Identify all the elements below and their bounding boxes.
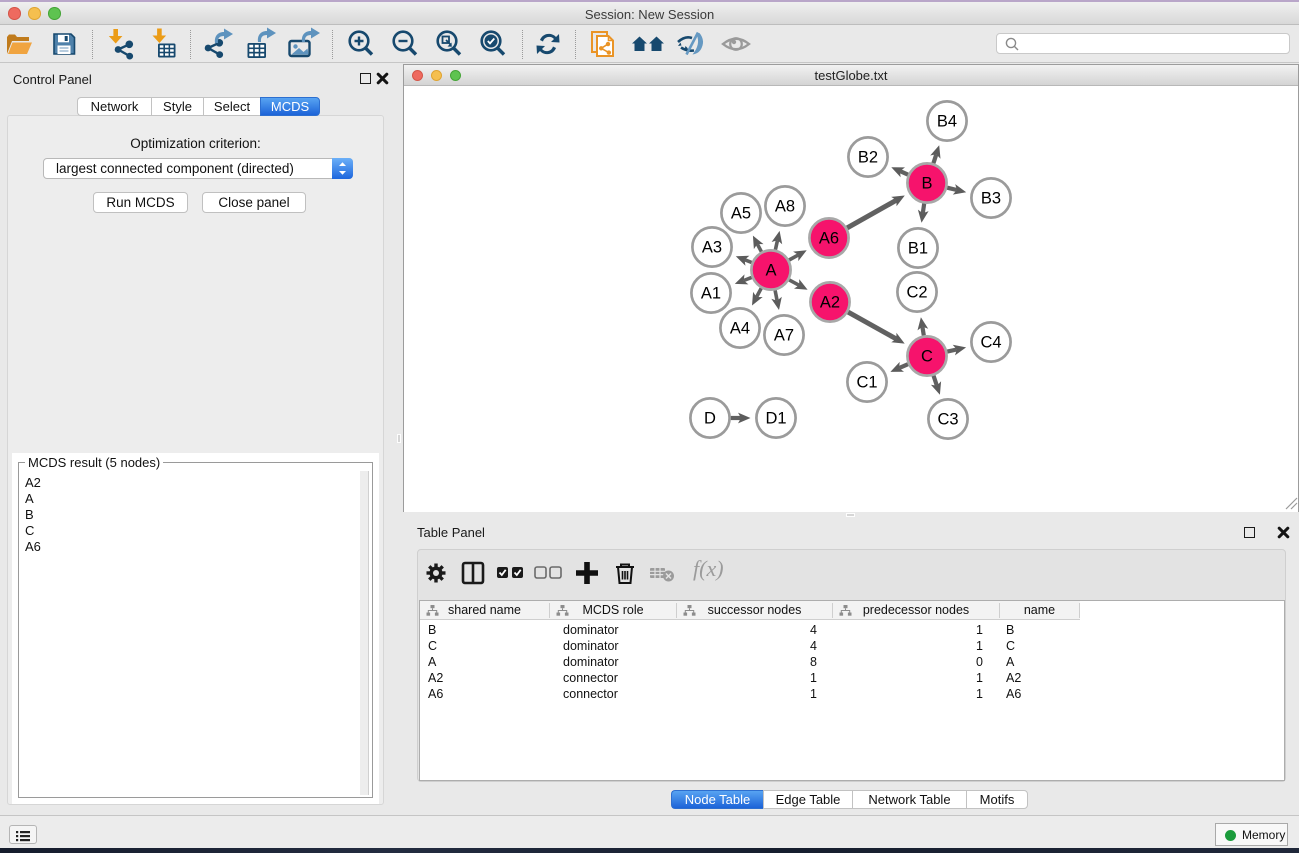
- svg-text:D: D: [704, 410, 716, 428]
- svg-text:B1: B1: [908, 240, 928, 258]
- svg-text:B3: B3: [981, 190, 1001, 208]
- svg-text:C1: C1: [856, 374, 877, 392]
- svg-text:A8: A8: [775, 198, 795, 216]
- svg-text:D1: D1: [765, 410, 786, 428]
- svg-text:A5: A5: [731, 205, 751, 223]
- svg-text:B: B: [921, 175, 932, 193]
- svg-text:A6: A6: [819, 230, 839, 248]
- svg-text:A3: A3: [702, 239, 722, 257]
- svg-text:A: A: [765, 262, 776, 280]
- svg-text:C3: C3: [937, 411, 958, 429]
- svg-text:A2: A2: [820, 294, 840, 312]
- svg-text:C2: C2: [906, 284, 927, 302]
- svg-text:B4: B4: [937, 113, 957, 131]
- svg-text:C: C: [921, 348, 933, 366]
- svg-text:C4: C4: [980, 334, 1001, 352]
- svg-text:A1: A1: [701, 285, 721, 303]
- svg-text:A4: A4: [730, 320, 750, 338]
- svg-text:A7: A7: [774, 327, 794, 345]
- svg-text:B2: B2: [858, 149, 878, 167]
